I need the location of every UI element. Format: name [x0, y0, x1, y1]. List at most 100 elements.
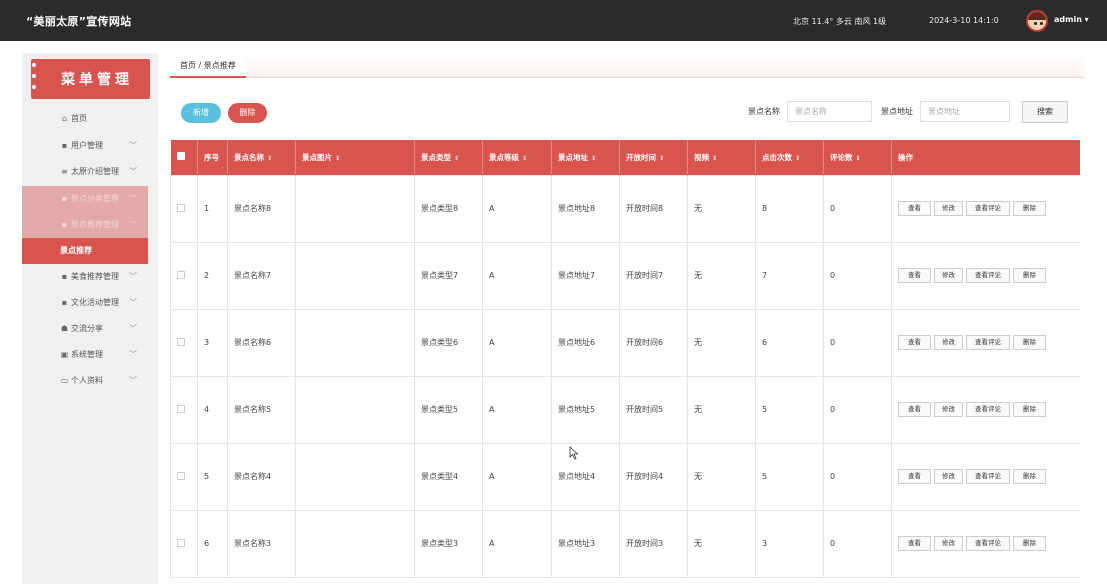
sort-icon: ⇕ — [335, 154, 341, 162]
sort-icon: ⇕ — [522, 154, 528, 162]
cell-level: A — [482, 308, 552, 377]
chevron-down-icon: ﹀ — [129, 194, 137, 203]
menu-header: 菜单管理 — [31, 59, 150, 99]
cell-clicks: 8 — [755, 174, 824, 243]
view-button[interactable]: 查看 — [898, 469, 931, 484]
view-comments-button[interactable]: 查看评论 — [966, 469, 1010, 484]
col-header-sortable[interactable]: 景点图片 ⇕ — [295, 140, 415, 175]
col-header-sortable[interactable]: 景点类型 ⇕ — [414, 140, 483, 175]
cell-comments: 0 — [823, 442, 892, 511]
cell-comments: 0 — [823, 308, 892, 377]
cell-clicks: 5 — [755, 375, 824, 444]
add-button[interactable]: 新增 — [181, 103, 221, 123]
cell-no: 6 — [197, 509, 228, 578]
cell-image — [295, 308, 415, 377]
sidebar-item-label: 景点推荐管理 — [71, 220, 119, 229]
select-all-checkbox[interactable] — [170, 140, 198, 175]
cell-address: 景点地址7 — [551, 241, 620, 310]
col-header-sortable[interactable]: 景点地址 ⇕ — [551, 140, 620, 175]
cell-open: 开放时间6 — [619, 308, 688, 377]
edit-button[interactable]: 修改 — [934, 268, 963, 283]
row-delete-button[interactable]: 删除 — [1013, 402, 1046, 417]
table-row: 5 景点名称4 景点类型4 A 景点地址4 开放时间4 无 5 0 查看 修改 查看评论 删除 — [170, 442, 1080, 511]
chevron-down-icon: ﹀ — [129, 350, 137, 359]
col-header-sortable[interactable]: 视频 ⇕ — [687, 140, 756, 175]
col-header: 序号 — [197, 140, 228, 175]
cell-open: 开放时间4 — [619, 442, 688, 511]
row-delete-button[interactable]: 删除 — [1013, 201, 1046, 216]
spot-address-input[interactable]: 景点地址 — [920, 101, 1010, 122]
view-comments-button[interactable]: 查看评论 — [966, 335, 1010, 350]
cell-clicks: 6 — [755, 308, 824, 377]
sidebar-item-label: 文化活动管理 — [71, 298, 119, 307]
view-button[interactable]: 查看 — [898, 335, 931, 350]
edit-button[interactable]: 修改 — [934, 402, 963, 417]
cell-video: 无 — [687, 174, 756, 243]
sidebar-item-profile[interactable]: ▭ 个人资料 ﹀ — [22, 368, 148, 394]
view-comments-button[interactable]: 查看评论 — [966, 402, 1010, 417]
col-header-sortable[interactable]: 点击次数 ⇕ — [755, 140, 824, 175]
user-avatar[interactable] — [1026, 10, 1048, 32]
cell-address: 景点地址5 — [551, 375, 620, 444]
cell-type: 景点类型4 — [414, 442, 483, 511]
cell-type: 景点类型5 — [414, 375, 483, 444]
table-row: 3 景点名称6 景点类型6 A 景点地址6 开放时间6 无 6 0 查看 修改 查看评论 删除 — [170, 308, 1080, 377]
row-checkbox[interactable] — [170, 509, 198, 578]
sidebar-item-spot-recommend-manage[interactable]: ▪ 景点推荐管理 ﹀ — [22, 212, 148, 238]
sidebar-item-home[interactable]: ⌂ 首页 — [22, 106, 148, 132]
cell-image — [295, 174, 415, 243]
row-checkbox[interactable] — [170, 442, 198, 511]
breadcrumb-tab[interactable]: 首页 / 景点推荐 — [170, 54, 246, 78]
col-header-sortable[interactable]: 开放时间 ⇕ — [619, 140, 688, 175]
row-checkbox[interactable] — [170, 375, 198, 444]
view-comments-button[interactable]: 查看评论 — [966, 268, 1010, 283]
edit-button[interactable]: 修改 — [934, 469, 963, 484]
cell-type: 景点类型8 — [414, 174, 483, 243]
col-header-sortable[interactable]: 景点等级 ⇕ — [482, 140, 552, 175]
row-delete-button[interactable]: 删除 — [1013, 335, 1046, 350]
view-button[interactable]: 查看 — [898, 536, 931, 551]
view-button[interactable]: 查看 — [898, 402, 931, 417]
list-icon: ≡ — [61, 167, 68, 176]
view-button[interactable]: 查看 — [898, 268, 931, 283]
sidebar-item-culture[interactable]: ▪ 文化活动管理 ﹀ — [22, 290, 148, 316]
grid-icon: ▪ — [61, 194, 68, 203]
row-checkbox[interactable] — [170, 241, 198, 310]
cell-comments: 0 — [823, 174, 892, 243]
sort-icon: ⇕ — [659, 154, 665, 162]
sidebar-item-spot-recommend[interactable]: 景点推荐 — [22, 238, 148, 264]
cell-open: 开放时间5 — [619, 375, 688, 444]
sidebar-item-label: 美食推荐管理 — [71, 272, 119, 281]
user-menu-toggle[interactable]: admin ▾ — [1054, 15, 1089, 24]
edit-button[interactable]: 修改 — [934, 201, 963, 216]
spot-name-input[interactable]: 景点名称 — [787, 101, 872, 122]
row-checkbox[interactable] — [170, 308, 198, 377]
sidebar-item-system[interactable]: ▣ 系统管理 ﹀ — [22, 342, 148, 368]
cell-address: 景点地址8 — [551, 174, 620, 243]
cell-clicks: 7 — [755, 241, 824, 310]
delete-button[interactable]: 删除 — [228, 103, 267, 123]
sidebar-item-users[interactable]: ▪ 用户管理 ﹀ — [22, 133, 148, 159]
top-bar: “美丽太原”宣传网站 北京 11.4° 多云 南风 1级 2024-3-10 1… — [0, 0, 1107, 41]
edit-button[interactable]: 修改 — [934, 536, 963, 551]
view-button[interactable]: 查看 — [898, 201, 931, 216]
notebook-rings-icon — [32, 63, 36, 95]
row-delete-button[interactable]: 删除 — [1013, 469, 1046, 484]
edit-button[interactable]: 修改 — [934, 335, 963, 350]
row-delete-button[interactable]: 删除 — [1013, 536, 1046, 551]
sidebar-item-share[interactable]: ☗ 交流分享 ﹀ — [22, 316, 148, 342]
row-delete-button[interactable]: 删除 — [1013, 268, 1046, 283]
view-comments-button[interactable]: 查看评论 — [966, 201, 1010, 216]
row-checkbox[interactable] — [170, 174, 198, 243]
col-header-sortable[interactable]: 景点名称 ⇕ — [227, 140, 296, 175]
view-comments-button[interactable]: 查看评论 — [966, 536, 1010, 551]
sidebar-item-spot-category[interactable]: ▪ 景点分类管理 ﹀ — [22, 186, 148, 212]
sidebar-item-label: 太原介绍管理 — [71, 167, 119, 176]
grid-icon: ▪ — [61, 298, 68, 307]
search-button[interactable]: 搜索 — [1022, 101, 1068, 123]
sidebar: 菜单管理 ⌂ 首页 ▪ 用户管理 ﹀ ≡ 太原介绍管理 ﹀ ▪ 景点分类管理 ﹀ ▪ 景点推荐管… — [22, 53, 158, 584]
chevron-down-icon: ﹀ — [129, 298, 137, 307]
sidebar-item-taiyuan-intro[interactable]: ≡ 太原介绍管理 ﹀ — [22, 159, 148, 185]
col-header-sortable[interactable]: 评论数 ⇕ — [823, 140, 892, 175]
sidebar-item-food[interactable]: ▪ 美食推荐管理 ﹀ — [22, 264, 148, 290]
